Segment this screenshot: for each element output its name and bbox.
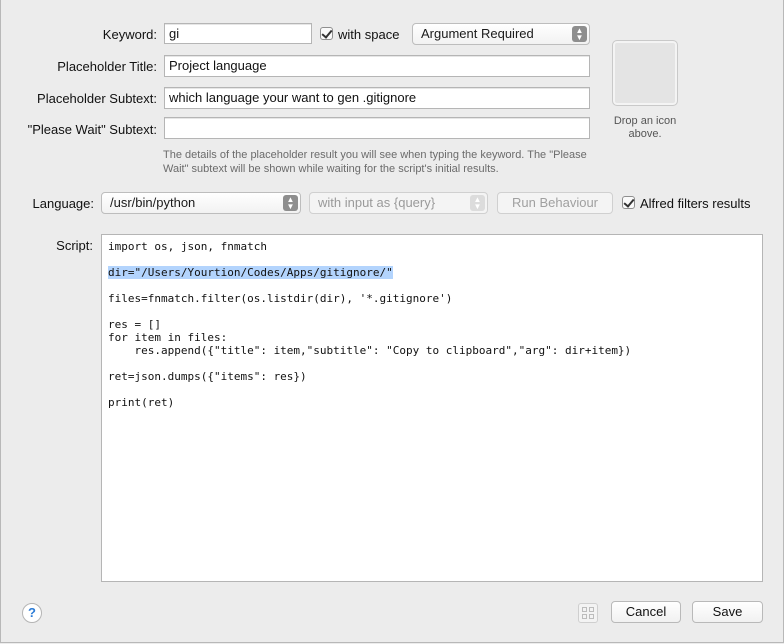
- please-wait-label: "Please Wait" Subtext:: [27, 122, 157, 137]
- save-button[interactable]: Save: [692, 601, 763, 623]
- script-line: dir="/Users/Yourtion/Codes/Apps/gitignor…: [108, 266, 393, 279]
- script-line: ret=json.dumps({"items": res}): [108, 370, 307, 383]
- help-button[interactable]: ?: [22, 603, 42, 623]
- input-mode-popup[interactable]: with input as {query} ▲ ▼: [309, 192, 488, 214]
- input-mode-value: with input as {query}: [318, 195, 436, 210]
- please-wait-input[interactable]: [164, 117, 590, 139]
- script-line: [108, 305, 756, 318]
- alfred-filters-checkbox[interactable]: [622, 196, 635, 209]
- script-line: [108, 383, 756, 396]
- with-space-checkbox[interactable]: [320, 27, 333, 40]
- script-line: import os, json, fnmatch: [108, 240, 267, 253]
- placeholder-title-input[interactable]: Project language: [164, 55, 590, 77]
- icon-drop-well[interactable]: [612, 40, 678, 106]
- script-line: res = []: [108, 318, 161, 331]
- script-line: [108, 279, 756, 292]
- run-behaviour-button[interactable]: Run Behaviour: [497, 192, 613, 214]
- language-popup[interactable]: /usr/bin/python ▲ ▼: [101, 192, 301, 214]
- language-label: Language:: [32, 196, 94, 211]
- placeholder-subtext-input[interactable]: which language your want to gen .gitigno…: [164, 87, 590, 109]
- placeholder-title-label: Placeholder Title:: [57, 59, 157, 74]
- keyword-input[interactable]: gi: [164, 23, 312, 44]
- placeholder-hint-text: The details of the placeholder result yo…: [163, 149, 587, 175]
- alfred-filters-label: Alfred filters results: [640, 196, 751, 211]
- script-line: res.append({"title": item,"subtitle": "C…: [108, 344, 632, 357]
- updown-chevron-icon: ▲ ▼: [283, 195, 298, 211]
- updown-chevron-icon: ▲ ▼: [572, 26, 587, 42]
- placeholder-subtext-label: Placeholder Subtext:: [37, 91, 157, 106]
- script-line: print(ret): [108, 396, 175, 409]
- updown-chevron-icon: ▲ ▼: [470, 195, 485, 211]
- language-popup-value: /usr/bin/python: [110, 195, 196, 210]
- script-line: [108, 253, 756, 266]
- drop-icon-hint: Drop an icon above.: [613, 115, 677, 140]
- with-space-label: with space: [338, 27, 400, 42]
- script-label: Script:: [56, 238, 93, 253]
- cancel-button[interactable]: Cancel: [611, 601, 681, 623]
- script-line: for item in files:: [108, 331, 228, 344]
- script-editor[interactable]: import os, json, fnmatch dir="/Users/Your…: [101, 234, 763, 582]
- argument-popup[interactable]: Argument Required ▲ ▼: [412, 23, 590, 45]
- argument-popup-value: Argument Required: [421, 26, 534, 41]
- script-line: [108, 357, 756, 370]
- script-line: files=fnmatch.filter(os.listdir(dir), '*…: [108, 292, 453, 305]
- grid-icon[interactable]: [578, 603, 598, 623]
- keyword-label: Keyword:: [102, 27, 157, 42]
